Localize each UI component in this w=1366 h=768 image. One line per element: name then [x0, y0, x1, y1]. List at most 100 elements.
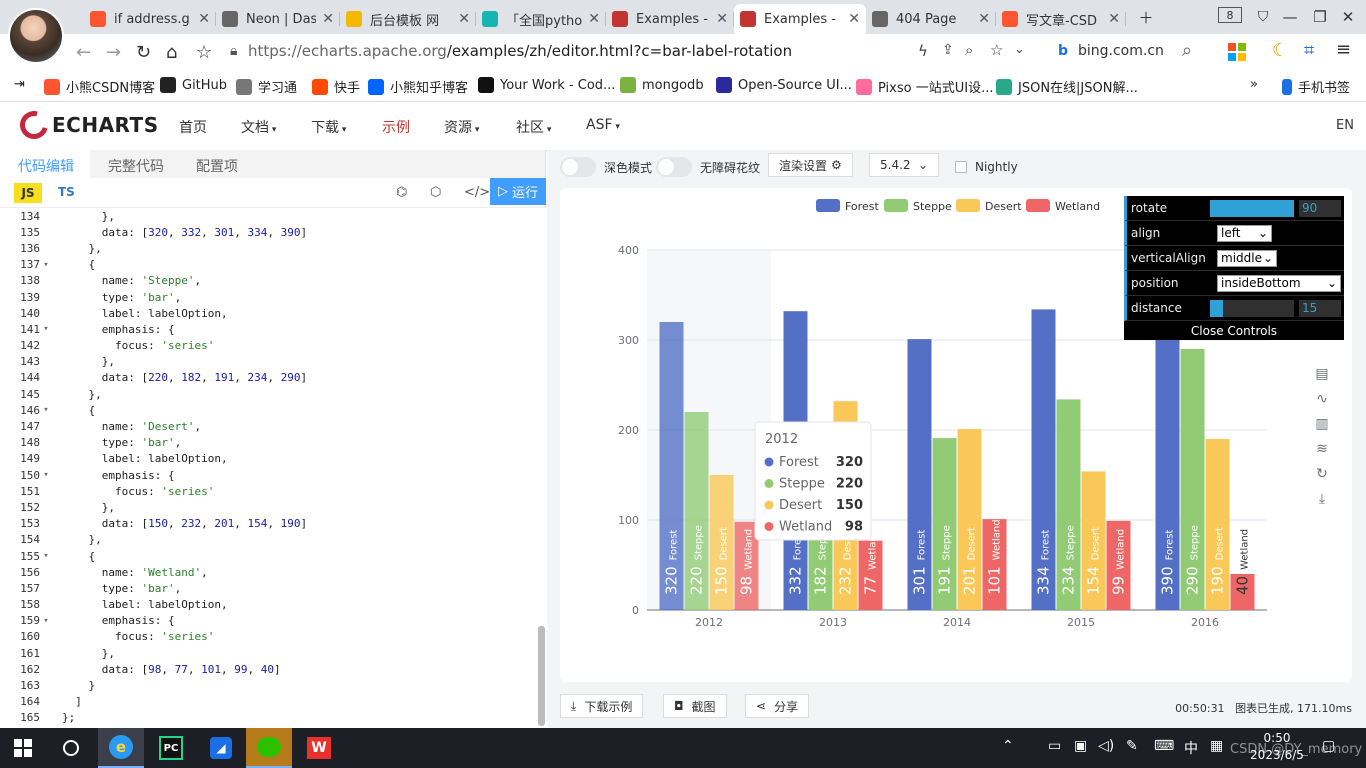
profile-avatar[interactable]	[8, 8, 64, 64]
tray-expand-icon[interactable]: ⌃	[1002, 738, 1014, 754]
tab-close-icon[interactable]: ✕	[322, 11, 334, 27]
reading-list-icon[interactable]: ⇥	[14, 77, 25, 92]
keyboard-icon[interactable]: ⌨	[1154, 738, 1174, 754]
legend-label[interactable]: Forest	[845, 200, 879, 213]
decal-toggle[interactable]: 无障碍花纹	[656, 156, 760, 178]
bookmark-item[interactable]: GitHub	[160, 77, 227, 93]
tab-close-icon[interactable]: ✕	[978, 11, 990, 27]
browser-taskbar-icon[interactable]: e	[98, 728, 144, 768]
close-controls-button[interactable]: Close Controls	[1124, 322, 1344, 340]
dark-mode-switch[interactable]	[560, 157, 596, 177]
fold-arrow-icon[interactable]: ▾	[40, 405, 52, 415]
legend-swatch[interactable]	[816, 199, 840, 212]
browser-tab[interactable]: if address.g ✕	[84, 4, 216, 34]
format-icon[interactable]: ⌬	[396, 185, 407, 200]
bookmark-item[interactable]: Pixso 一站式UI设...	[856, 77, 993, 96]
browser-tab[interactable]: Examples - ✕	[606, 4, 734, 34]
feishu-taskbar-icon[interactable]: ◢	[198, 728, 244, 768]
site-menu-item[interactable]: 社区 ▾	[516, 117, 551, 137]
screenshot-button[interactable]: ◘ 截图	[663, 694, 727, 718]
tab-close-icon[interactable]: ✕	[198, 11, 210, 27]
decal-switch[interactable]	[656, 157, 692, 177]
bookmark-item[interactable]: mongodb	[620, 77, 704, 93]
echarts-logo[interactable]: ECHARTS	[14, 105, 159, 145]
star-icon[interactable]: ☆	[196, 42, 212, 63]
close-window-button[interactable]: ✕	[1340, 4, 1356, 30]
mobile-bookmarks[interactable]: 手机书签	[1282, 77, 1350, 96]
site-menu-item[interactable]: 首页	[179, 117, 207, 137]
vertical-align-select[interactable]: middle ⌄	[1217, 250, 1277, 267]
windows-start-icon[interactable]	[0, 728, 46, 768]
url-field[interactable]: https://echarts.apache.org/examples/zh/e…	[248, 42, 792, 60]
wps-taskbar-icon[interactable]: W	[296, 728, 342, 768]
bookmark-item[interactable]: Open-Source UI...	[716, 77, 852, 93]
tab-close-icon[interactable]: ✕	[588, 11, 600, 27]
align-select[interactable]: left ⌄	[1217, 225, 1272, 242]
tab-count-badge[interactable]: 8	[1218, 7, 1242, 23]
site-menu-item[interactable]: 文档 ▾	[241, 117, 276, 137]
tray-printer-icon[interactable]: ▭	[1048, 738, 1061, 754]
bar[interactable]	[1031, 309, 1056, 610]
browser-tab[interactable]: 写文章-CSD ✕	[996, 4, 1126, 34]
browser-tab[interactable]: 404 Page ✕	[866, 4, 996, 34]
minimize-button[interactable]: —	[1282, 4, 1298, 30]
tab-close-icon[interactable]: ✕	[458, 11, 470, 27]
dark-mode-toggle[interactable]: 深色模式	[560, 156, 652, 178]
nightly-check-box[interactable]	[955, 161, 967, 173]
bookmark-item[interactable]: Your Work - Cod...	[478, 77, 615, 93]
tab-full-code[interactable]: 完整代码	[108, 156, 164, 176]
js-toggle[interactable]: JS	[14, 183, 42, 203]
language-switch[interactable]: EN	[1336, 118, 1354, 133]
download-example-button[interactable]: ⤓ 下载示例	[560, 694, 644, 718]
legend-label[interactable]: Desert	[985, 200, 1022, 213]
wechat-taskbar-icon[interactable]	[246, 728, 292, 768]
fold-arrow-icon[interactable]: ▾	[40, 324, 52, 334]
volume-icon[interactable]: ◁)	[1098, 738, 1114, 754]
more-bookmarks-icon[interactable]: »	[1250, 77, 1258, 92]
bar-chart-icon[interactable]: ▥	[1315, 416, 1328, 432]
rotate-input[interactable]: 90	[1299, 200, 1341, 217]
legend-label[interactable]: Wetland	[1055, 200, 1100, 213]
bookmark-item[interactable]: 小熊知乎博客	[368, 77, 468, 96]
fold-arrow-icon[interactable]: ▾	[40, 551, 52, 561]
site-menu-item[interactable]: 资源 ▾	[444, 117, 479, 137]
browser-tab[interactable]: Neon | Dash ✕	[216, 4, 340, 34]
rotate-slider[interactable]	[1210, 200, 1294, 217]
version-select[interactable]: 5.4.2 ⌄	[869, 153, 939, 177]
run-button[interactable]: ▷ 运行	[490, 178, 546, 205]
zoom-icon[interactable]: ⌕	[965, 41, 973, 59]
nightly-checkbox[interactable]: Nightly	[955, 156, 1018, 178]
favorite-icon[interactable]: ☆	[990, 41, 1003, 59]
site-menu-item[interactable]: 下载 ▾	[311, 117, 346, 137]
code-editor[interactable]: 134 }, 135 data: [320, 332, 301, 334, 390…	[0, 208, 546, 728]
restore-button[interactable]: ❐	[1312, 4, 1328, 30]
reload-icon[interactable]: ↻	[136, 42, 151, 63]
browser-tab[interactable]: Examples - ✕	[734, 4, 866, 34]
code-icon[interactable]: </>	[464, 185, 490, 200]
share-button[interactable]: ⋖ 分享	[745, 694, 810, 718]
bookmark-item[interactable]: 学习通	[236, 77, 297, 96]
stack-icon[interactable]: ≋	[1316, 441, 1328, 457]
site-menu-item[interactable]: ASF ▾	[586, 117, 620, 133]
line-chart-icon[interactable]: ∿	[1316, 391, 1328, 407]
legend-swatch[interactable]	[956, 199, 980, 212]
refresh-icon[interactable]: ↻	[1316, 466, 1328, 482]
cube-icon[interactable]: ⬡	[430, 185, 441, 200]
tab-close-icon[interactable]: ✕	[848, 11, 860, 27]
moon-icon[interactable]: ☾	[1272, 40, 1288, 61]
browser-tab[interactable]: 「全国pytho ✕	[476, 4, 606, 34]
tab-code-edit[interactable]: 代码编辑	[18, 156, 74, 176]
forward-icon[interactable]: →	[106, 42, 121, 63]
position-select[interactable]: insideBottom ⌄	[1217, 275, 1341, 292]
pen-icon[interactable]: ✎	[1126, 738, 1138, 754]
fold-arrow-icon[interactable]: ▾	[40, 260, 52, 270]
editor-scrollbar[interactable]	[538, 626, 545, 726]
legend-swatch[interactable]	[884, 199, 908, 212]
share-icon[interactable]: ⇪	[942, 42, 954, 58]
ts-toggle[interactable]: TS	[58, 185, 75, 199]
bookmark-item[interactable]: 小熊CSDN博客	[44, 77, 155, 96]
chevron-down-icon[interactable]: ⌄	[1014, 42, 1025, 57]
back-icon[interactable]: ←	[76, 42, 91, 63]
distance-slider[interactable]	[1210, 300, 1294, 317]
legend-swatch[interactable]	[1026, 199, 1050, 212]
